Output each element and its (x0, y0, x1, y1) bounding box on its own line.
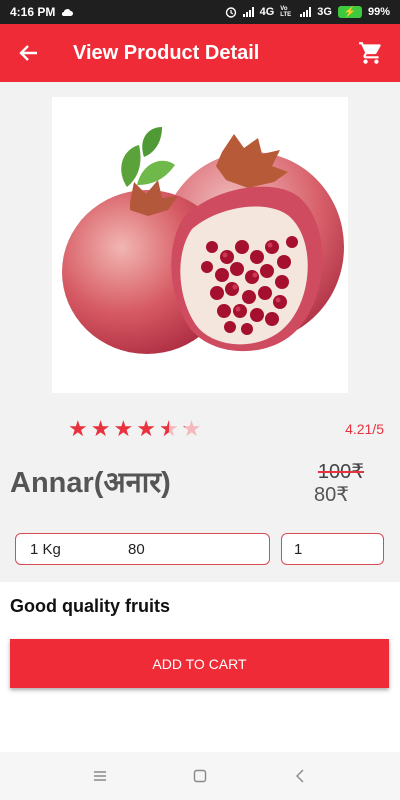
volte-label: Vo LTE (280, 6, 292, 18)
star-icon: ★ (90, 416, 111, 441)
menu-nav-button[interactable] (85, 761, 115, 791)
cloud-icon (62, 8, 74, 16)
system-nav-bar (0, 752, 400, 800)
status-time: 4:16 PM (10, 5, 56, 19)
signal-icon (242, 7, 254, 17)
sale-price: 80₹ (314, 484, 349, 506)
variant-unit: 1 Kg (30, 540, 61, 558)
battery-level: 99% (367, 6, 390, 18)
original-price: 100₹ (317, 461, 364, 483)
variant-price: 80 (128, 540, 145, 558)
network-label-4g: 4G (259, 6, 275, 18)
cart-button[interactable] (342, 24, 400, 82)
alarm-icon (225, 7, 236, 18)
add-to-cart-button[interactable]: ADD TO CART (10, 639, 389, 688)
back-nav-button[interactable] (285, 761, 315, 791)
rating-value: 4.21/5 (345, 421, 384, 437)
signal-icon-2 (300, 7, 312, 17)
back-chevron-icon (296, 769, 304, 783)
description-section: Good quality fruits ADD TO CART (0, 582, 400, 752)
home-square-icon (193, 769, 207, 783)
star-icon: ★ (68, 416, 88, 441)
star-empty-icon: ★★ (181, 416, 202, 441)
star-icon: ★ (136, 416, 156, 441)
product-detail: ★ ★ ★ ★ ★★ ★★ 4.21/5 Annar(अनार) 100₹ 80… (0, 82, 400, 582)
rating-row: ★ ★ ★ ★ ★★ ★★ 4.21/5 (0, 418, 400, 442)
star-half-icon: ★ ★ (158, 416, 179, 441)
star-icon: ★ (113, 416, 134, 441)
status-bar: 4:16 PM 4G Vo LTE 3G ⚡ 99% (0, 0, 400, 24)
app-bar: View Product Detail (0, 24, 400, 82)
variant-dropdown[interactable]: 1 Kg 80 (15, 533, 270, 565)
pomegranate-image (62, 127, 344, 354)
product-name: Annar(अनार) (10, 467, 171, 499)
menu-icon (94, 771, 106, 781)
home-nav-button[interactable] (185, 761, 215, 791)
shopping-cart-icon (359, 42, 381, 64)
star-rating: ★ ★ ★ ★ ★★ ★★ (68, 418, 201, 440)
product-description: Good quality fruits (10, 596, 170, 616)
page-title: View Product Detail (73, 41, 260, 64)
product-image (52, 97, 348, 393)
network-label-3g: 3G (317, 6, 332, 18)
arrow-left-icon (19, 45, 37, 61)
battery-charging-icon: ⚡ (337, 6, 362, 18)
back-button[interactable] (0, 24, 58, 82)
quantity-input[interactable] (281, 533, 384, 565)
